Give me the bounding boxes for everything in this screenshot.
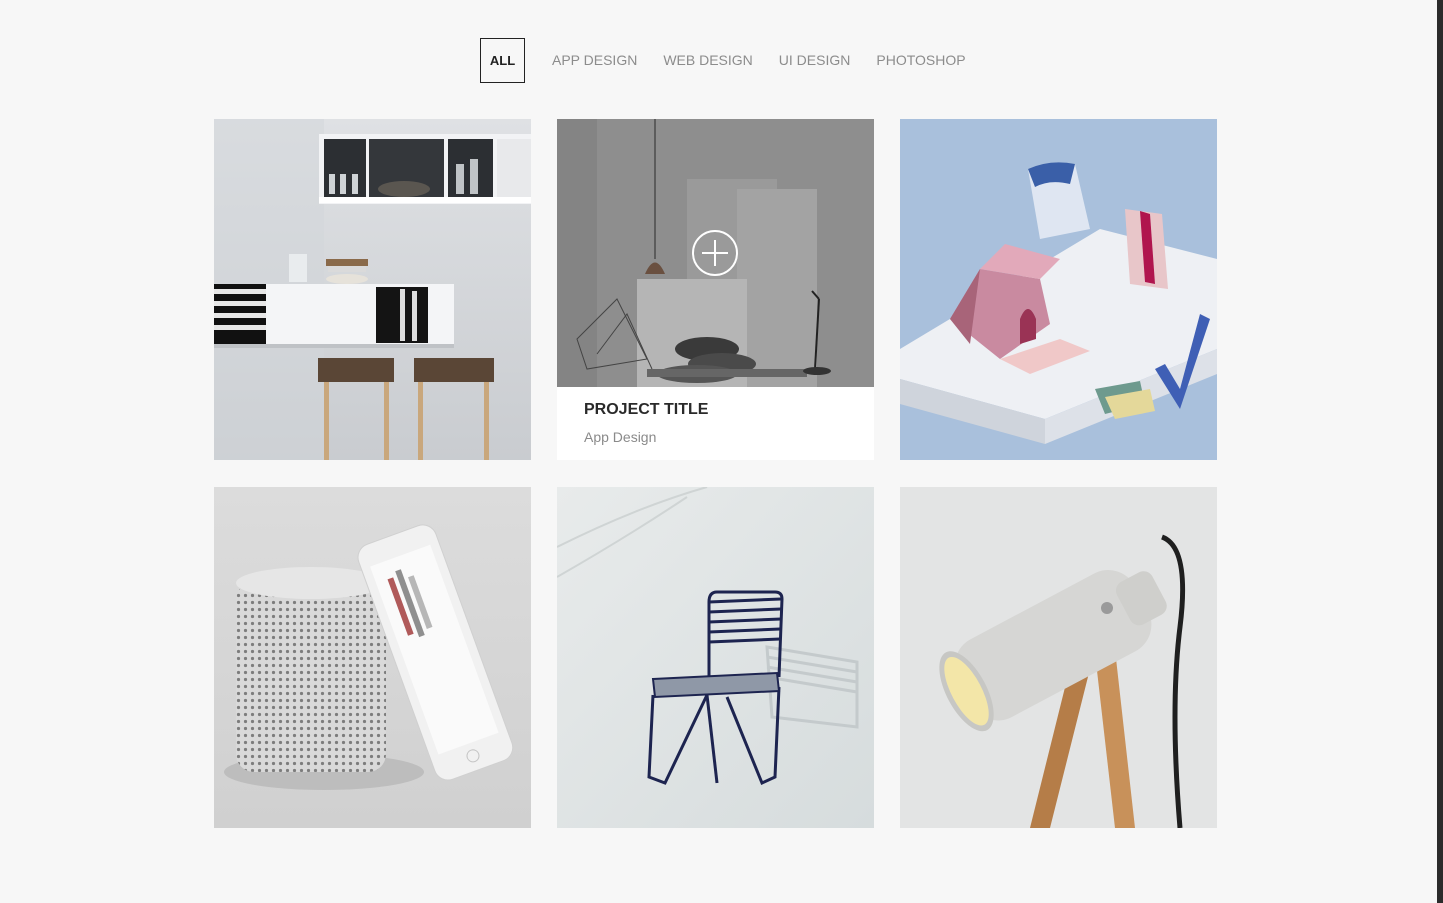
shelves-image	[214, 119, 531, 460]
portfolio-item-chair[interactable]	[557, 487, 874, 828]
portfolio-filter-nav: ALL APP DESIGN WEB DESIGN UI DESIGN PHOT…	[480, 38, 992, 83]
paper-house-image	[900, 119, 1217, 460]
project-info-panel: PROJECT TITLE App Design	[557, 387, 874, 460]
filter-app-design[interactable]: APP DESIGN	[552, 38, 637, 83]
filter-all[interactable]: ALL	[480, 38, 525, 83]
portfolio-item-paper-house[interactable]	[900, 119, 1217, 460]
chair-image	[557, 487, 874, 828]
portfolio-item-shelves[interactable]	[214, 119, 531, 460]
filter-ui-design[interactable]: UI DESIGN	[779, 38, 851, 83]
project-category: App Design	[584, 429, 657, 445]
lamp-image	[900, 487, 1217, 828]
speaker-phone-image	[214, 487, 531, 828]
plus-icon[interactable]	[692, 230, 738, 276]
filter-photoshop[interactable]: PHOTOSHOP	[876, 38, 965, 83]
portfolio-item-hovered[interactable]: PROJECT TITLE App Design	[557, 119, 874, 460]
portfolio-page: ALL APP DESIGN WEB DESIGN UI DESIGN PHOT…	[0, 0, 1443, 903]
portfolio-item-speaker-phone[interactable]	[214, 487, 531, 828]
scrollbar[interactable]	[1437, 0, 1443, 903]
portfolio-item-lamp[interactable]	[900, 487, 1217, 828]
project-title: PROJECT TITLE	[584, 401, 709, 418]
filter-web-design[interactable]: WEB DESIGN	[663, 38, 752, 83]
